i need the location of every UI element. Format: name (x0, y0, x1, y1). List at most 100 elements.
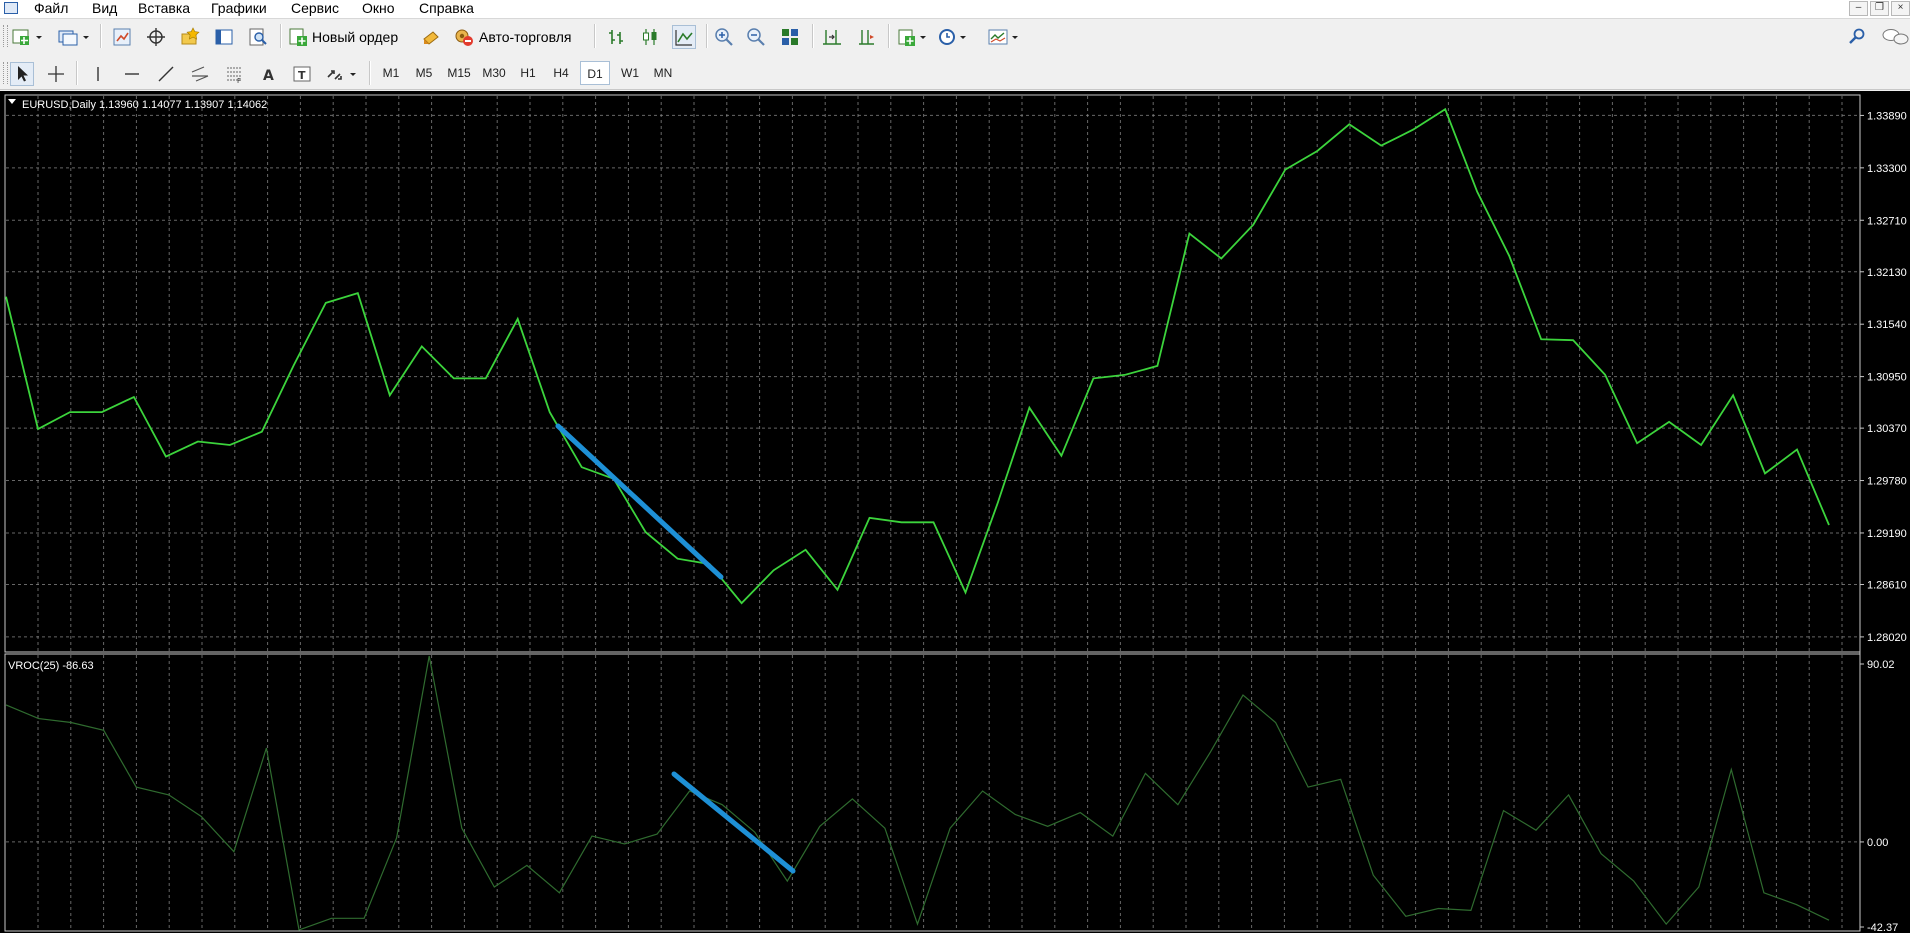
new-order-button[interactable]: Новый ордер (288, 25, 398, 49)
text-icon: A (263, 68, 274, 84)
templates-button[interactable] (986, 25, 1022, 49)
menu-view[interactable]: Вид (92, 0, 117, 18)
line-chart-button[interactable] (672, 25, 696, 49)
crosshair-button[interactable] (44, 62, 68, 86)
timeframe-mn[interactable]: MN (648, 61, 678, 85)
new-chart-button[interactable] (10, 25, 46, 49)
metaeditor-button[interactable] (419, 25, 443, 49)
zoom-in-icon (715, 28, 733, 46)
chart-shift-button[interactable] (820, 25, 844, 49)
price-tick-label: 1.30370 (1867, 423, 1907, 435)
minimize-icon[interactable]: – (1849, 1, 1868, 16)
autoscroll-button[interactable] (854, 25, 878, 49)
tile-windows-button[interactable] (778, 25, 802, 49)
cursor-button[interactable] (10, 62, 34, 86)
templates-icon (988, 29, 1018, 45)
auto-trading-label: Авто-торговля (479, 29, 572, 45)
svg-text:A: A (263, 68, 274, 84)
timeframe-w1[interactable]: W1 (615, 61, 645, 85)
price-tick-label: 1.33300 (1867, 163, 1907, 175)
app-icon[interactable] (4, 2, 18, 14)
indicator-tick-label: 0.00 (1867, 837, 1888, 849)
zoom-in-button[interactable] (712, 25, 736, 49)
text-button[interactable]: A (256, 62, 280, 86)
drawing-toolbar: F A T M1 M5 M15 M30 H1 H4 D1 W1 MN (0, 56, 1910, 90)
price-tick-label: 1.30950 (1867, 372, 1907, 384)
timeframe-m15[interactable]: M15 (443, 61, 475, 85)
new-chart-icon (12, 29, 42, 45)
timeframe-m30[interactable]: M30 (478, 61, 510, 85)
price-tick-label: 1.29190 (1867, 528, 1907, 540)
search-icon (1849, 28, 1865, 44)
search-button[interactable] (1845, 25, 1869, 49)
timeframe-h4[interactable]: H4 (546, 61, 576, 85)
indicators-button[interactable] (896, 25, 930, 49)
trendline-button[interactable] (154, 62, 178, 86)
price-chart-header: EURUSD,Daily 1.13960 1.14077 1.13907 1.1… (22, 99, 267, 111)
menu-tools[interactable]: Сервис (291, 0, 339, 18)
price-tick-label: 1.32710 (1867, 215, 1907, 227)
text-label-button[interactable]: T (290, 62, 314, 86)
bar-chart-button[interactable] (604, 25, 628, 49)
tester-button[interactable] (246, 25, 270, 49)
auto-trading-button[interactable]: Авто-торговля (453, 25, 571, 49)
menu-window[interactable]: Окно (362, 0, 395, 18)
terminal-icon (215, 29, 233, 45)
equidistant-channel-button[interactable] (188, 62, 212, 86)
fibonacci-button[interactable]: F (222, 62, 246, 86)
channel-icon (191, 66, 209, 82)
market-watch-button[interactable] (110, 25, 134, 49)
standard-toolbar: Новый ордер Авто-торговля (0, 19, 1910, 56)
chart-window[interactable]: 1.33890 1.33300 1.32710 1.32130 1.31540 1.309… (0, 91, 1910, 933)
new-order-icon (289, 28, 307, 46)
candlestick-icon (643, 29, 657, 45)
menu-help[interactable]: Справка (419, 0, 474, 18)
data-window-button[interactable] (144, 25, 168, 49)
candlestick-button[interactable] (638, 25, 662, 49)
chat-button[interactable] (1880, 25, 1910, 49)
chart-shift-icon (823, 30, 841, 45)
timeframe-h1[interactable]: H1 (513, 61, 543, 85)
chat-icon (1882, 29, 1909, 45)
toolbar-grip[interactable] (3, 62, 8, 84)
toolbar-grip[interactable] (3, 25, 8, 47)
indicators-icon (898, 29, 926, 46)
market-watch-icon (113, 28, 131, 46)
metaeditor-icon (423, 31, 439, 45)
timeframe-d1[interactable]: D1 (580, 61, 610, 85)
horizontal-line-button[interactable] (120, 62, 144, 86)
indicator-tick-label: -42.37 (1867, 922, 1898, 933)
price-tick-label: 1.31540 (1867, 319, 1907, 331)
auto-trading-icon (455, 29, 473, 46)
star-folder-icon (181, 27, 200, 45)
menu-charts[interactable]: Графики (211, 0, 267, 18)
clock-icon (939, 29, 966, 45)
cursor-arrow-icon (18, 66, 28, 82)
vertical-line-icon (97, 67, 99, 81)
menu-insert[interactable]: Вставка (138, 0, 190, 18)
zoom-out-icon (747, 28, 765, 46)
periods-button[interactable] (936, 25, 970, 49)
price-tick-label: 1.28610 (1867, 579, 1907, 591)
close-icon[interactable]: × (1891, 1, 1910, 16)
fibonacci-icon: F (227, 67, 241, 84)
terminal-button[interactable] (212, 25, 236, 49)
timeframe-m5[interactable]: M5 (409, 61, 439, 85)
crosshair-target-icon (147, 28, 165, 46)
zoom-out-button[interactable] (744, 25, 768, 49)
vertical-line-button[interactable] (86, 62, 110, 86)
profiles-button[interactable] (56, 25, 92, 49)
trendline-icon (158, 66, 174, 82)
new-order-label: Новый ордер (312, 29, 399, 45)
restore-icon[interactable]: ❐ (1870, 1, 1889, 16)
magnifier-document-icon (249, 28, 267, 46)
tile-windows-icon (782, 29, 798, 45)
timeframe-m1[interactable]: M1 (376, 61, 406, 85)
menu-file[interactable]: Файл (34, 0, 68, 18)
price-tick-label: 1.32130 (1867, 267, 1907, 279)
arrows-button[interactable] (324, 62, 360, 86)
crosshair-icon (48, 66, 64, 82)
text-label-icon: T (293, 66, 311, 82)
svg-text:F: F (237, 77, 241, 84)
navigator-button[interactable] (178, 25, 202, 49)
